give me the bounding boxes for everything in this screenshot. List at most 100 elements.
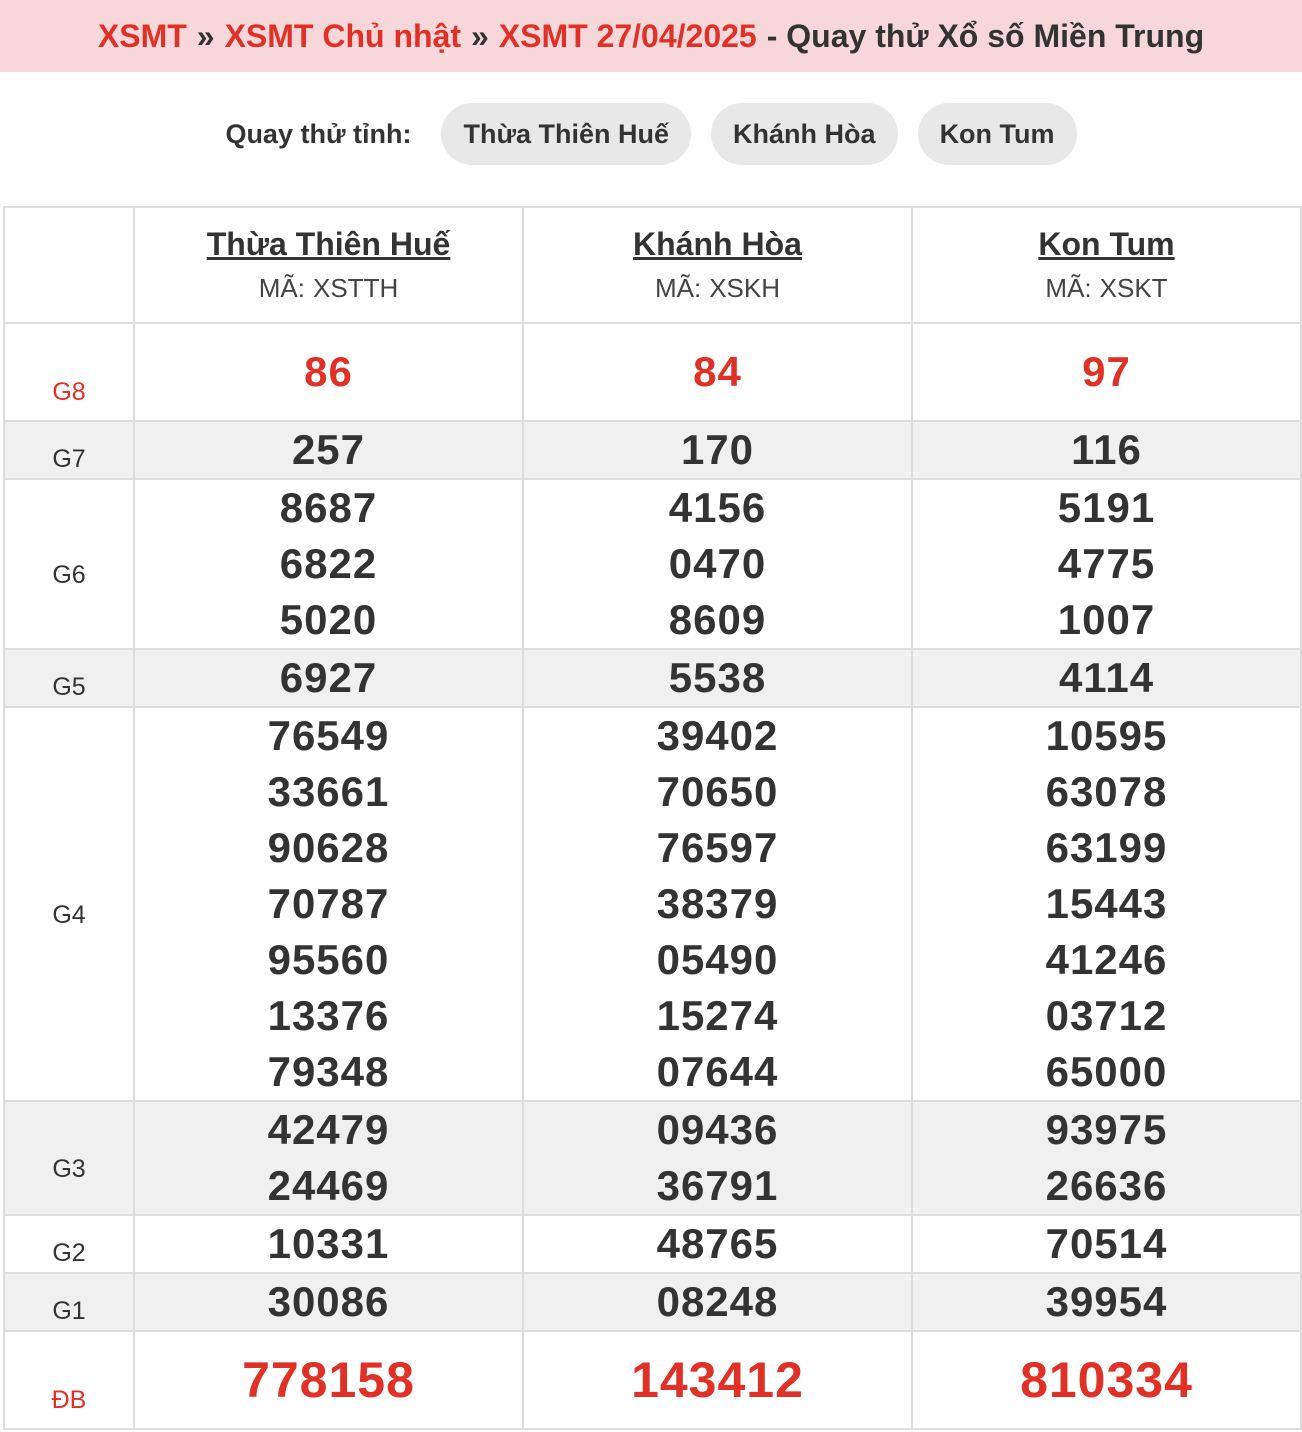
province-code: MÃ: XSKH xyxy=(524,270,911,306)
prize-number: 5191 xyxy=(1057,484,1156,531)
prize-cell: 810334 xyxy=(911,1330,1302,1430)
province-chip-thua-thien-hue[interactable]: Thừa Thiên Huế xyxy=(441,103,692,165)
prize-number: 6927 xyxy=(279,654,378,701)
prize-cell: 42479 24469 xyxy=(133,1100,524,1216)
province-name-link[interactable]: Khánh Hòa xyxy=(524,224,911,264)
prize-cell: 143412 xyxy=(522,1330,913,1430)
prize-label: G5 xyxy=(3,648,135,708)
prize-number: 38379 xyxy=(656,880,779,927)
prize-number: 36791 xyxy=(656,1162,779,1209)
prize-number: 1007 xyxy=(1057,596,1156,643)
prize-number: 8609 xyxy=(668,596,767,643)
prize-number: 39402 xyxy=(656,712,779,759)
prize-number: 90628 xyxy=(267,824,390,871)
province-header: Kon Tum MÃ: XSKT xyxy=(911,206,1302,324)
prize-number: 84 xyxy=(693,348,742,395)
prize-number: 65000 xyxy=(1045,1048,1168,1095)
special-prize-number: 810334 xyxy=(1020,1352,1193,1408)
prize-number: 05490 xyxy=(656,936,779,983)
prize-number: 70514 xyxy=(1045,1220,1168,1267)
province-header: Khánh Hòa MÃ: XSKH xyxy=(522,206,913,324)
prize-number: 24469 xyxy=(267,1162,390,1209)
prize-number: 257 xyxy=(291,426,366,473)
prize-number: 95560 xyxy=(267,936,390,983)
prize-cell: 5538 xyxy=(522,648,913,708)
prize-number: 70650 xyxy=(656,768,779,815)
breadcrumb-link-date[interactable]: XSMT 27/04/2025 xyxy=(499,18,757,55)
prize-number: 4114 xyxy=(1058,654,1155,701)
breadcrumb-link-xsmt[interactable]: XSMT xyxy=(98,18,187,55)
header-empty-cell xyxy=(3,206,134,324)
prize-cell: 30086 xyxy=(133,1272,524,1332)
results-table: Thừa Thiên Huế MÃ: XSTTH Khánh Hòa MÃ: XSK… xyxy=(3,206,1302,1430)
prize-cell: 6927 xyxy=(133,648,524,708)
prize-number: 33661 xyxy=(267,768,390,815)
province-chip-kon-tum[interactable]: Kon Tum xyxy=(917,103,1077,165)
code-value: XSKH xyxy=(709,273,781,303)
prize-cell: 39954 xyxy=(911,1272,1302,1332)
prize-number: 41246 xyxy=(1045,936,1168,983)
prize-cell: 48765 xyxy=(522,1214,913,1274)
province-name-link[interactable]: Thừa Thiên Huế xyxy=(135,224,522,264)
prize-cell: 4156 0470 8609 xyxy=(522,478,913,650)
prize-cell: 08248 xyxy=(522,1272,913,1332)
prize-label: G8 xyxy=(3,322,135,422)
province-filter: Quay thử tỉnh: Thừa Thiên Huế Khánh Hòa … xyxy=(0,102,1302,166)
special-prize-number: 143412 xyxy=(631,1352,804,1408)
page-title: - Quay thử Xổ số Miền Trung xyxy=(766,17,1205,54)
prize-cell: 70514 xyxy=(911,1214,1302,1274)
prize-number: 116 xyxy=(1071,426,1142,473)
breadcrumb-link-day[interactable]: XSMT Chủ nhật xyxy=(225,18,461,55)
province-header: Thừa Thiên Huế MÃ: XSTTH xyxy=(133,206,524,324)
prize-label: ĐB xyxy=(3,1330,135,1430)
prize-number: 0470 xyxy=(668,540,767,587)
prize-number: 03712 xyxy=(1045,992,1168,1039)
province-name-link[interactable]: Kon Tum xyxy=(913,224,1300,264)
prize-cell: 10331 xyxy=(133,1214,524,1274)
code-value: XSTTH xyxy=(313,273,399,303)
prize-number: 76549 xyxy=(267,712,390,759)
special-prize-number: 778158 xyxy=(242,1352,415,1408)
prize-label: G1 xyxy=(3,1272,135,1332)
prize-cell: 8687 6822 5020 xyxy=(133,478,524,650)
prize-cell: 84 xyxy=(522,322,913,422)
province-filter-label: Quay thử tỉnh: xyxy=(225,118,412,149)
prize-number: 86 xyxy=(304,348,353,395)
prize-row-g5: G5 6927 5538 4114 xyxy=(3,648,1302,708)
province-chip-khanh-hoa[interactable]: Khánh Hòa xyxy=(711,103,898,165)
prize-number: 30086 xyxy=(267,1278,390,1325)
prize-row-g3: G3 42479 24469 09436 36791 93975 26636 xyxy=(3,1100,1302,1216)
prize-number: 5538 xyxy=(668,654,767,701)
prize-number: 13376 xyxy=(267,992,390,1039)
code-label: MÃ: xyxy=(654,273,702,303)
breadcrumb: XSMT » XSMT Chủ nhật » XSMT 27/04/2025 -… xyxy=(0,0,1302,72)
code-label: MÃ: xyxy=(1045,273,1092,303)
prize-cell: 76549 33661 90628 70787 95560 13376 7934… xyxy=(133,706,524,1102)
prize-number: 48765 xyxy=(656,1220,779,1267)
prize-number: 63199 xyxy=(1045,824,1168,871)
prize-number: 10595 xyxy=(1045,712,1168,759)
prize-cell: 116 xyxy=(911,420,1302,480)
prize-cell: 170 xyxy=(522,420,913,480)
prize-cell: 5191 4775 1007 xyxy=(911,478,1302,650)
prize-label: G2 xyxy=(3,1214,135,1274)
prize-row-g8: G8 86 84 97 xyxy=(3,322,1302,422)
prize-label: G7 xyxy=(3,420,135,480)
prize-number: 10331 xyxy=(267,1220,390,1267)
prize-number: 09436 xyxy=(656,1106,779,1153)
prize-number: 08248 xyxy=(656,1278,779,1325)
table-header-row: Thừa Thiên Huế MÃ: XSTTH Khánh Hòa MÃ: XSK… xyxy=(3,206,1302,324)
prize-number: 42479 xyxy=(267,1106,390,1153)
prize-cell: 10595 63078 63199 15443 41246 03712 6500… xyxy=(911,706,1302,1102)
prize-number: 5020 xyxy=(279,596,378,643)
prize-number: 97 xyxy=(1082,348,1131,395)
prize-label: G3 xyxy=(3,1100,135,1216)
prize-row-g4: G4 76549 33661 90628 70787 95560 13376 7… xyxy=(3,706,1302,1102)
code-label: MÃ: xyxy=(258,273,305,303)
prize-number: 70787 xyxy=(267,880,390,927)
prize-number: 4775 xyxy=(1057,540,1156,587)
prize-number: 07644 xyxy=(656,1048,779,1095)
prize-row-g7: G7 257 170 116 xyxy=(3,420,1302,480)
breadcrumb-separator: » xyxy=(470,17,489,54)
prize-cell: 86 xyxy=(133,322,524,422)
